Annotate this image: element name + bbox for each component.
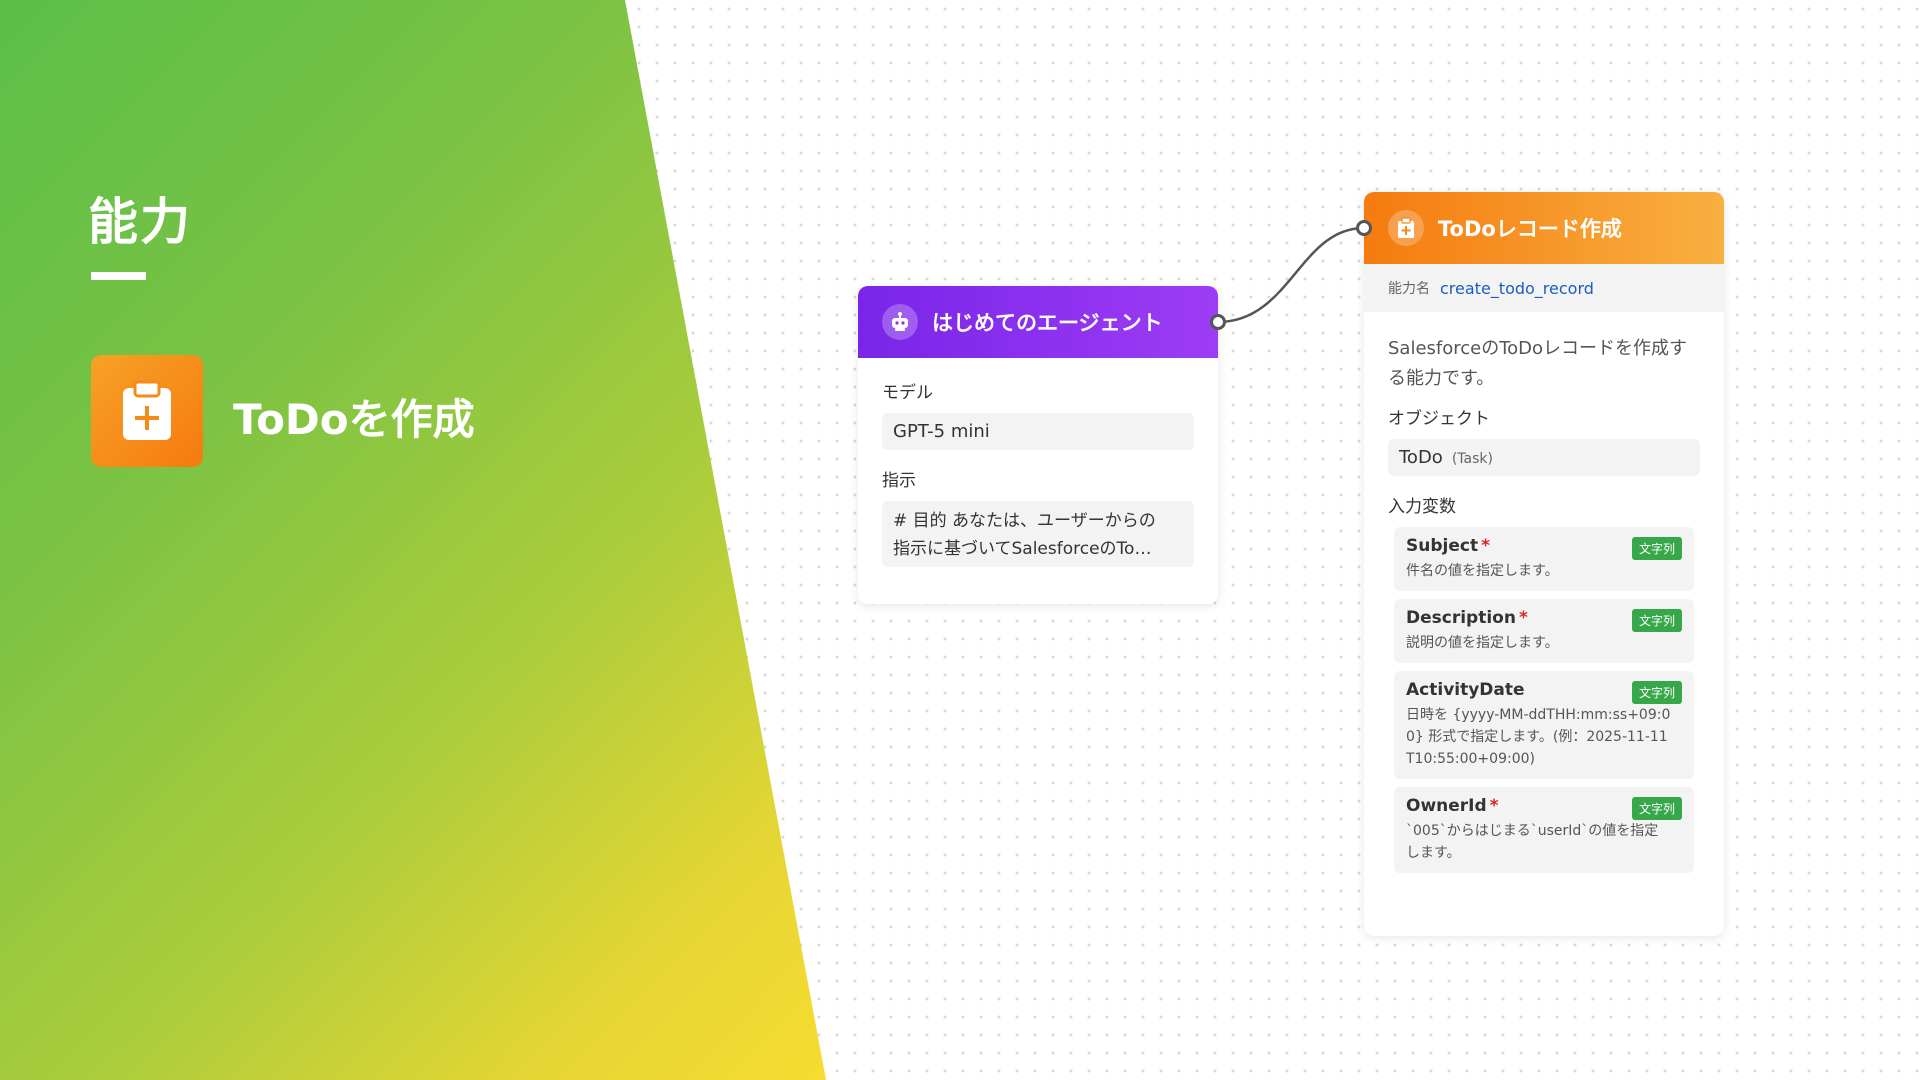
capability-node-title: ToDoレコード作成 [1438,217,1622,241]
object-label: オブジェクト [1388,409,1490,429]
variable-name: ActivityDate [1406,680,1525,700]
section-title: 能力 [88,193,192,251]
model-label: モデル [882,383,933,403]
capability-name-label: 能力名 [1388,281,1430,297]
title-underline [91,272,146,280]
capability-name-value: create_todo_record [1440,278,1594,298]
capability-description: SalesforceのToDoレコードを作成する能力です。 [1388,338,1688,389]
variable-name: Description [1406,608,1516,628]
hero-panel [0,0,826,1080]
feature-label: ToDoを作成 [233,395,475,444]
variable-item-activitydate[interactable]: ActivityDate 文字列 日時を {yyyy-MM-ddTHH:mm:s… [1394,671,1694,779]
instruction-label: 指示 [882,471,916,491]
type-badge: 文字列 [1631,537,1682,560]
variable-description: 件名の値を指定します。 [1406,563,1559,579]
type-badge: 文字列 [1631,681,1682,704]
type-badge: 文字列 [1631,609,1682,632]
capability-node-header[interactable]: ToDoレコード作成 [1364,192,1724,264]
clipboard-plus-icon [91,355,203,467]
variable-item-subject[interactable]: Subject * 文字列 件名の値を指定します。 [1394,527,1694,591]
clipboard-plus-icon [1388,210,1424,246]
capability-node[interactable]: ToDoレコード作成 能力名 create_todo_record Salesf… [1356,192,1724,936]
object-value: ToDo [1399,447,1443,468]
instruction-line: 指示に基づいてSalesforceのTo… [893,539,1152,559]
robot-icon [882,304,918,340]
type-badge: 文字列 [1631,797,1682,820]
agent-node-title: はじめてのエージェント [932,311,1163,335]
required-marker: * [1481,536,1490,556]
agent-node[interactable]: はじめてのエージェント モデル GPT-5 mini 指示 # 目的 あなたは、… [858,286,1226,604]
inputs-label: 入力変数 [1388,497,1456,517]
capability-input-port[interactable] [1356,220,1372,236]
variable-description: `005`からはじまる`userId`の値を指定します。 [1406,823,1659,861]
instruction-line: # 目的 あなたは、ユーザーからの [893,511,1156,531]
required-marker: * [1518,608,1528,628]
variable-item-ownerid[interactable]: OwnerId * 文字列 `005`からはじまる`userId`の値を指定します… [1394,787,1694,873]
agent-node-header[interactable]: はじめてのエージェント [858,286,1218,358]
required-marker: * [1489,796,1499,816]
instruction-field[interactable]: # 目的 あなたは、ユーザーからの 指示に基づいてSalesforceのTo… [882,501,1194,567]
variable-description: 日時を {yyyy-MM-ddTHH:mm:ss+09:00} 形式で指定します… [1406,707,1671,767]
variable-item-description[interactable]: Description * 文字列 説明の値を指定します。 [1394,599,1694,663]
variable-name: OwnerId [1406,796,1487,816]
capability-name-row: 能力名 create_todo_record [1364,264,1724,312]
object-field[interactable]: ToDo (Task) [1388,439,1700,476]
object-api-name: (Task) [1451,451,1493,467]
model-field[interactable]: GPT-5 mini [882,413,1194,450]
variable-description: 説明の値を指定します。 [1406,635,1559,651]
variable-name: Subject [1406,536,1479,556]
agent-output-port[interactable] [1210,314,1226,330]
